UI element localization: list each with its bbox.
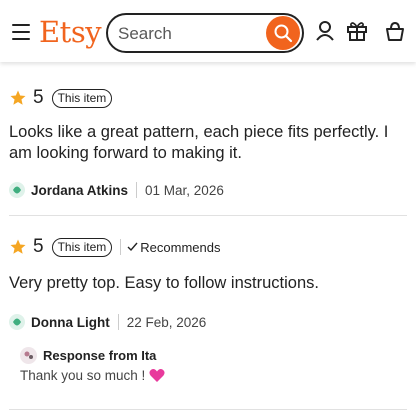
divider <box>9 215 407 216</box>
review-item: 5 This item Looks like a great pattern, … <box>9 86 407 200</box>
search-button[interactable] <box>266 16 300 50</box>
search-icon <box>274 24 293 43</box>
review-date: 01 Mar, 2026 <box>145 182 224 198</box>
review-text: Very pretty top. Easy to follow instruct… <box>9 274 319 292</box>
reviewer-name[interactable]: Jordana Atkins <box>31 183 128 198</box>
avatar-icon <box>9 182 25 198</box>
gift-icon[interactable] <box>346 20 368 42</box>
response-body: Thank you so much ! <box>20 368 400 383</box>
this-item-badge: This item <box>51 88 113 108</box>
rating-value: 5 <box>33 87 44 108</box>
separator <box>117 314 119 330</box>
shop-response: Response from Ita Thank you so much ! <box>20 345 400 383</box>
rating-row: 5 This item Recommends <box>9 235 407 259</box>
account-icon[interactable] <box>314 20 336 42</box>
reviewer-row: Jordana Atkins 01 Mar, 2026 <box>9 180 407 200</box>
review-text: Looks like a great pattern, each piece f… <box>9 123 389 162</box>
etsy-logo[interactable]: Etsy <box>39 14 102 50</box>
top-header: Etsy <box>0 0 416 62</box>
star-icon <box>10 90 26 105</box>
this-item-badge: This item <box>51 237 113 257</box>
heart-emoji <box>149 369 165 382</box>
menu-hamburger-icon[interactable] <box>12 24 30 40</box>
reviewer-row: Donna Light 22 Feb, 2026 <box>9 312 407 332</box>
response-title: Response from Ita <box>43 347 157 363</box>
divider <box>9 409 407 410</box>
recommends-label: Recommends <box>120 239 220 255</box>
review-date: 22 Feb, 2026 <box>126 314 207 330</box>
recommends-text: Recommends <box>140 239 221 255</box>
review-item: 5 This item Recommends Very pretty top. … <box>9 235 407 332</box>
search-bar[interactable] <box>106 13 304 53</box>
cart-icon[interactable] <box>384 20 406 42</box>
rating-value: 5 <box>33 236 44 257</box>
shop-avatar-icon <box>20 346 37 364</box>
rating-row: 5 This item <box>9 86 407 110</box>
separator <box>136 182 138 198</box>
star-icon <box>10 239 26 254</box>
avatar-icon <box>9 314 25 330</box>
search-input[interactable] <box>118 23 258 45</box>
response-text: Thank you so much ! <box>20 368 146 383</box>
reviewer-name[interactable]: Donna Light <box>31 315 110 330</box>
checkmark-icon <box>127 242 138 252</box>
response-header: Response from Ita <box>20 345 400 365</box>
